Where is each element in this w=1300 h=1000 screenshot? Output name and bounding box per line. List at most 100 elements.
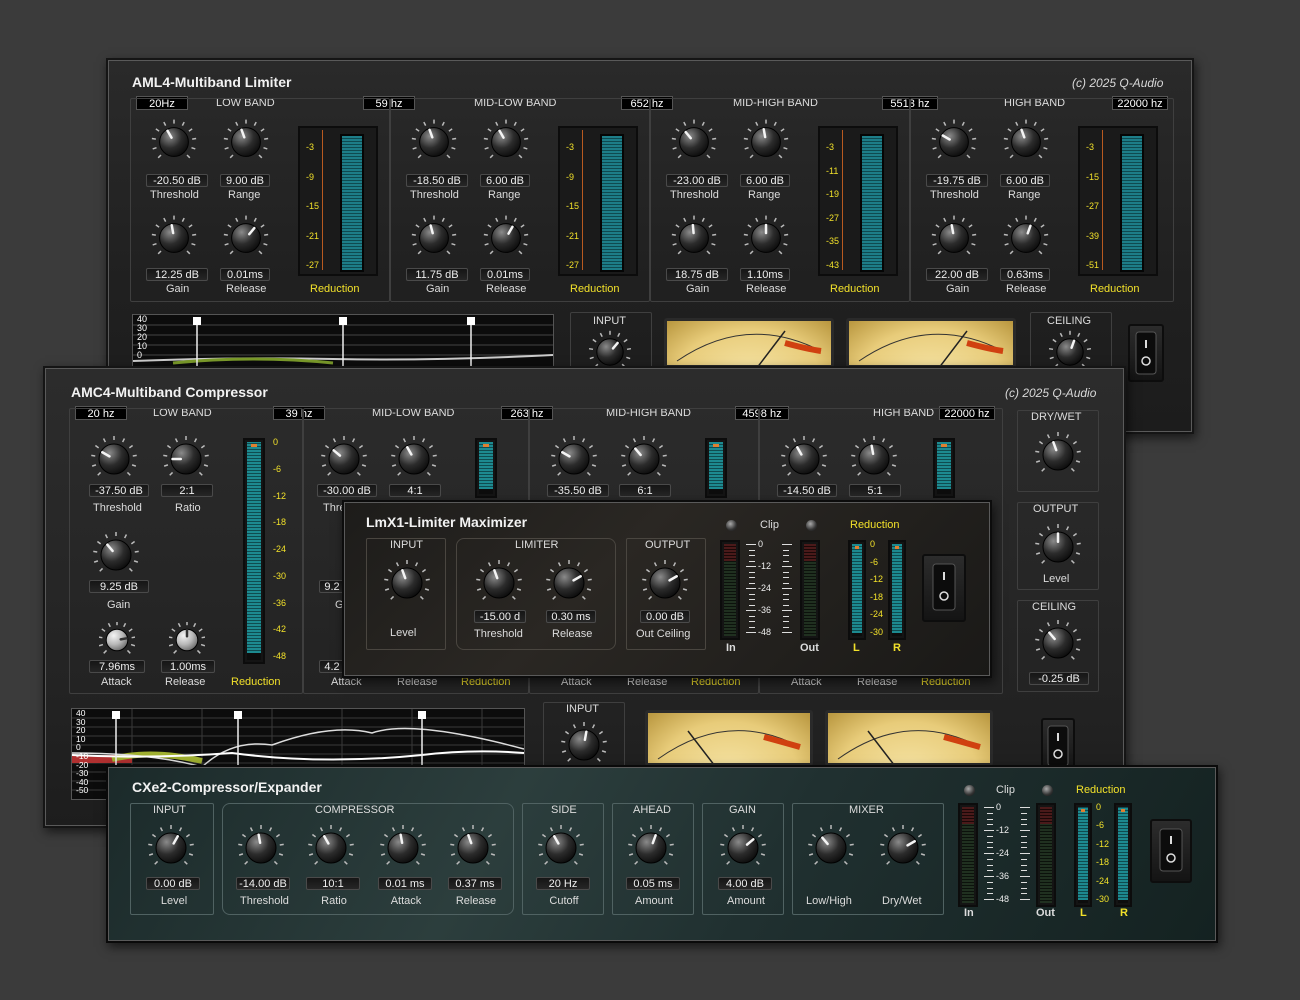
aml4-midlow-release-value[interactable]: 0.01ms: [480, 268, 530, 281]
meter-rule: [322, 130, 323, 270]
cxe2-clip-led-out[interactable]: [1042, 785, 1053, 796]
amc4-midhigh-ratio-value[interactable]: 6:1: [619, 484, 671, 497]
aml4-midlow-threshold-knob[interactable]: [410, 118, 458, 171]
aml4-low-threshold-knob[interactable]: [150, 118, 198, 171]
aml4-midhigh-gain-knob[interactable]: [670, 214, 718, 267]
cxe2-power-switch[interactable]: [1150, 819, 1192, 883]
aml4-high-threshold-knob[interactable]: [930, 118, 978, 171]
aml4-midlow-reduction-scale: -3 -9 -15 -21 -27: [562, 128, 596, 274]
aml4-midhigh-threshold-knob[interactable]: [670, 118, 718, 171]
aml4-midhigh-range-knob[interactable]: [742, 118, 790, 171]
aml4-midlow-range-value[interactable]: 6.00 dB: [480, 174, 530, 187]
amc4-low-threshold-value[interactable]: -37.50 dB: [89, 484, 149, 497]
amc4-midlow-ratio-value[interactable]: 4:1: [389, 484, 441, 497]
aml4-low-range-knob[interactable]: [222, 118, 270, 171]
meter-fill: [1118, 807, 1128, 901]
aml4-crossover-graph[interactable]: 40 30 20 10 0: [132, 314, 554, 370]
aml4-high-threshold-value[interactable]: -19.75 dB: [926, 174, 988, 187]
aml4-low-gain-knob[interactable]: [150, 214, 198, 267]
cxe2-level-knob[interactable]: [146, 823, 196, 878]
meter-rule: [1102, 130, 1103, 270]
lmx1-release-knob[interactable]: [544, 558, 594, 613]
amc4-midlow-ratio-knob[interactable]: [389, 434, 439, 489]
cxe2-lowhigh-knob[interactable]: [806, 823, 856, 878]
lmx1-input-knob[interactable]: [382, 558, 432, 613]
amc4-low-ratio-value[interactable]: 2:1: [161, 484, 213, 497]
aml4-high-range-value[interactable]: 6.00 dB: [1000, 174, 1050, 187]
amc4-ceiling-value[interactable]: -0.25 dB: [1029, 672, 1089, 685]
knob-graphic: [1003, 119, 1049, 159]
cxe2-threshold-knob[interactable]: [236, 823, 286, 878]
meter-track: [962, 807, 974, 903]
lmx1-release-value[interactable]: 0.30 ms: [546, 610, 596, 623]
aml4-midlow-release-knob[interactable]: [482, 214, 530, 267]
aml4-high-release-knob[interactable]: [1002, 214, 1050, 267]
cxe2-cutoff-knob[interactable]: [536, 823, 586, 878]
aml4-midhigh-range-value[interactable]: 6.00 dB: [740, 174, 790, 187]
amc4-midhigh-threshold-knob[interactable]: [549, 434, 599, 489]
aml4-midlow-threshold-value[interactable]: -18.50 dB: [406, 174, 468, 187]
amc4-ceiling-knob[interactable]: [1033, 618, 1083, 673]
amc4-midhigh-ratio-knob[interactable]: [619, 434, 669, 489]
aml4-high-range-knob[interactable]: [1002, 118, 1050, 171]
amc4-high-threshold-value[interactable]: -14.50 dB: [777, 484, 837, 497]
aml4-low-gain-value[interactable]: 12.25 dB: [146, 268, 208, 281]
cxe2-level-value[interactable]: 0.00 dB: [146, 877, 200, 890]
cxe2-gain-amount-knob[interactable]: [718, 823, 768, 878]
amc4-midlow-threshold-value[interactable]: -30.00 dB: [317, 484, 377, 497]
aml4-low-release-value[interactable]: 0.01ms: [220, 268, 270, 281]
aml4-midlow-range-knob[interactable]: [482, 118, 530, 171]
lmx1-threshold-value[interactable]: -15.00 d: [474, 610, 526, 623]
cxe2-attack-knob[interactable]: [378, 823, 428, 878]
aml4-midhigh-release-value[interactable]: 1.10ms: [740, 268, 790, 281]
amc4-output-knob[interactable]: [1033, 522, 1083, 577]
meter-peak-marker: [1121, 809, 1125, 812]
aml4-midhigh-release-knob[interactable]: [742, 214, 790, 267]
lmx1-output-knob[interactable]: [640, 558, 690, 613]
cxe2-attack-value[interactable]: 0.01 ms: [378, 877, 432, 890]
amc4-low-attack-knob[interactable]: [98, 621, 136, 663]
amc4-low-attack-value[interactable]: 7.96ms: [89, 660, 145, 673]
scale-label: -36: [758, 605, 772, 615]
aml4-low-threshold-value[interactable]: -20.50 dB: [146, 174, 208, 187]
lmx1-clip-led-in[interactable]: [726, 520, 737, 531]
aml4-midlow-gain-knob[interactable]: [410, 214, 458, 267]
aml4-high-gain-value[interactable]: 22.00 dB: [926, 268, 988, 281]
cxe2-cutoff-value[interactable]: 20 Hz: [536, 877, 590, 890]
cxe2-ratio-value[interactable]: 10:1: [306, 877, 360, 890]
aml4-midhigh-gain-value[interactable]: 18.75 dB: [666, 268, 728, 281]
amc4-low-gain-value[interactable]: 9.25 dB: [89, 580, 149, 593]
cxe2-ratio-knob[interactable]: [306, 823, 356, 878]
lmx1-ceiling-value[interactable]: 0.00 dB: [640, 610, 690, 623]
amc4-high-ratio-knob[interactable]: [849, 434, 899, 489]
cxe2-threshold-value[interactable]: -14.00 dB: [236, 877, 290, 890]
cxe2-ahead-amount-knob[interactable]: [626, 823, 676, 878]
aml4-midlow-gain-value[interactable]: 11.75 dB: [406, 268, 468, 281]
aml4-high-gain-knob[interactable]: [930, 214, 978, 267]
scale-label: -24: [758, 583, 772, 593]
cxe2-clip-led-in[interactable]: [964, 785, 975, 796]
amc4-low-gain-knob[interactable]: [91, 530, 141, 585]
aml4-high-release-value[interactable]: 0.63ms: [1000, 268, 1050, 281]
amc4-midhigh-threshold-value[interactable]: -35.50 dB: [547, 484, 609, 497]
amc4-high-ratio-value[interactable]: 5:1: [849, 484, 901, 497]
amc4-drywet-knob[interactable]: [1033, 430, 1083, 485]
lmx1-threshold-knob[interactable]: [474, 558, 524, 613]
lmx1-clip-led-out[interactable]: [806, 520, 817, 531]
amc4-low-ratio-knob[interactable]: [161, 434, 211, 489]
cxe2-gain-amount-value[interactable]: 4.00 dB: [718, 877, 772, 890]
cxe2-ahead-amount-value[interactable]: 0.05 ms: [626, 877, 680, 890]
cxe2-release-value[interactable]: 0.37 ms: [448, 877, 502, 890]
aml4-midhigh-threshold-value[interactable]: -23.00 dB: [666, 174, 728, 187]
aml4-power-switch[interactable]: [1128, 324, 1164, 382]
amc4-low-release-value[interactable]: 1.00ms: [161, 660, 215, 673]
amc4-low-threshold-knob[interactable]: [89, 434, 139, 489]
lmx1-power-switch[interactable]: [922, 554, 966, 622]
aml4-low-range-value[interactable]: 9.00 dB: [220, 174, 270, 187]
cxe2-drywet-knob[interactable]: [878, 823, 928, 878]
cxe2-release-knob[interactable]: [448, 823, 498, 878]
amc4-low-release-knob[interactable]: [168, 621, 206, 663]
aml4-low-release-knob[interactable]: [222, 214, 270, 267]
amc4-high-threshold-knob[interactable]: [779, 434, 829, 489]
amc4-midlow-threshold-knob[interactable]: [319, 434, 369, 489]
